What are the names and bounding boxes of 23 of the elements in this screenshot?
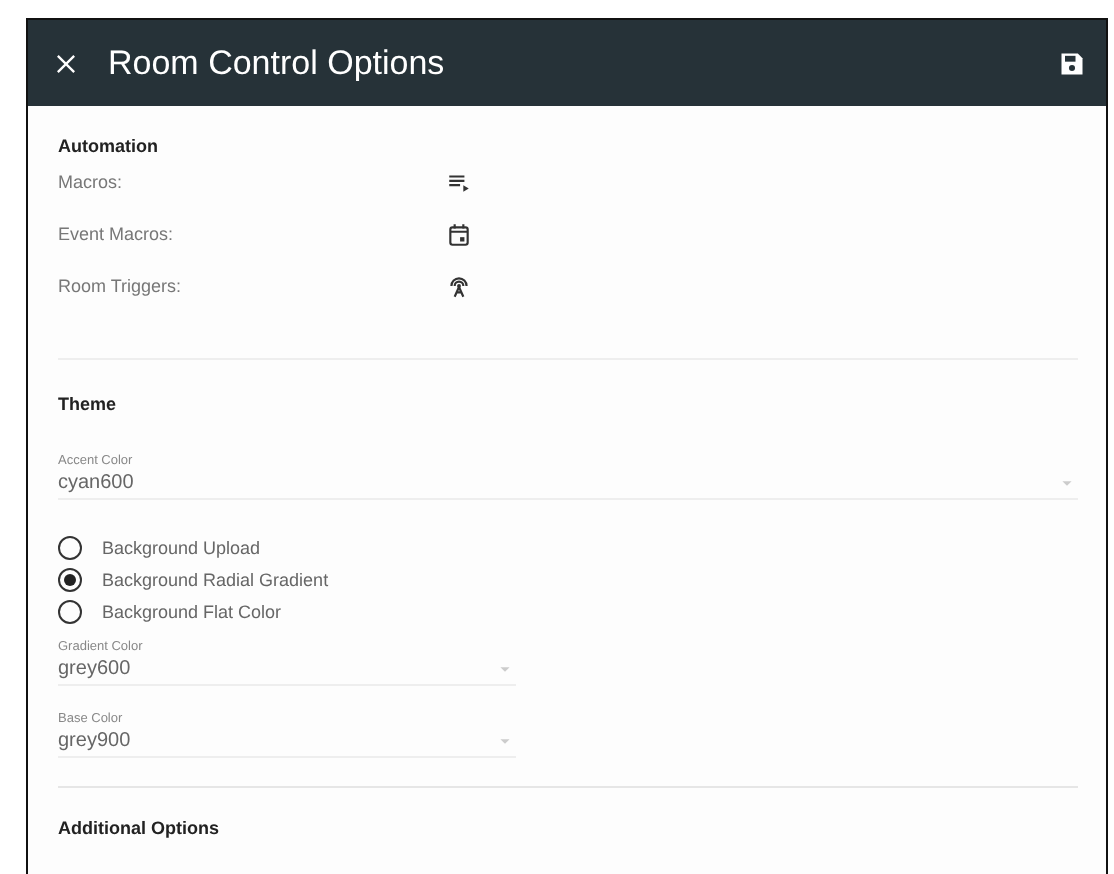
calendar-icon	[446, 221, 472, 247]
radio-button[interactable]	[58, 536, 82, 560]
radio-option[interactable]: Background Upload	[58, 536, 1078, 560]
row-label: Room Triggers:	[58, 276, 184, 296]
close-icon	[52, 49, 80, 77]
radio-option[interactable]: Background Flat Color	[58, 600, 1078, 624]
window-title: Room Control Options	[108, 43, 447, 83]
antenna-button[interactable]	[446, 273, 472, 299]
save-icon	[1058, 49, 1086, 77]
antenna-icon	[446, 273, 472, 299]
playlist-button[interactable]	[446, 169, 472, 195]
section-heading: Automation	[58, 136, 160, 156]
playlist-icon	[446, 169, 472, 195]
save-button[interactable]	[1058, 49, 1086, 77]
section-heading: Theme	[58, 394, 119, 414]
row-label: Macros:	[58, 172, 125, 192]
row-label: Event Macros:	[58, 224, 176, 244]
radio-button[interactable]	[58, 568, 82, 592]
calendar-button[interactable]	[446, 221, 472, 247]
radio-option[interactable]: Background Radial Gradient	[58, 568, 1078, 592]
radio-button[interactable]	[58, 600, 82, 624]
section-heading: Additional Options	[58, 818, 221, 838]
close-button[interactable]	[52, 49, 80, 77]
